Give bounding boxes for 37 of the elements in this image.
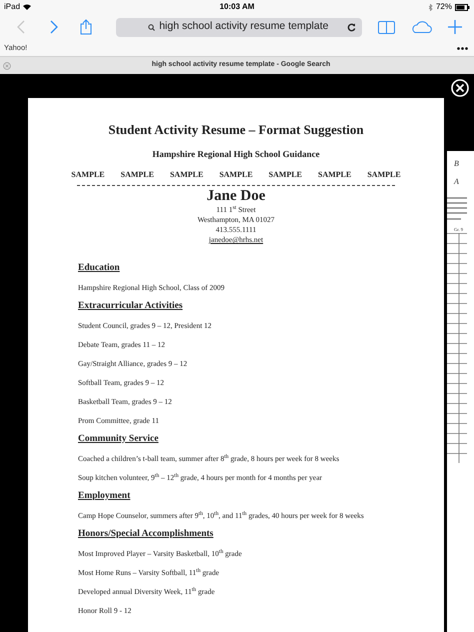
sample-label: SAMPLE — [71, 169, 105, 181]
document-subtitle: Hampshire Regional High School Guidance — [152, 148, 320, 161]
section-heading: Education — [78, 262, 120, 275]
battery-percent: 72% — [436, 1, 452, 13]
address-field[interactable]: high school activity resume template — [116, 18, 362, 36]
battery-icon — [454, 4, 470, 10]
share-icon — [80, 19, 92, 35]
section-heading: Honors/Special Accomplishments — [78, 528, 214, 541]
search-icon — [148, 24, 156, 30]
section-heading: Employment — [78, 490, 130, 503]
book-icon — [378, 20, 395, 34]
document-title: Student Activity Resume – Format Suggestion — [108, 121, 364, 139]
more-icon[interactable] — [457, 46, 468, 50]
bluetooth-icon — [428, 4, 433, 10]
sample-label: SAMPLE — [170, 169, 204, 181]
sample-label: SAMPLE — [120, 169, 154, 181]
text-lines-drawing — [447, 197, 467, 221]
section-heading: Extracurricular Activities — [78, 300, 183, 313]
sample-label: SAMPLE — [268, 169, 302, 181]
close-tab-icon[interactable] — [3, 62, 11, 70]
sample-label: SAMPLE — [219, 169, 253, 181]
chevron-right-icon — [50, 20, 59, 34]
chevron-left-icon — [16, 20, 26, 34]
reload-icon[interactable] — [346, 22, 356, 32]
address-text: high school activity resume template — [159, 19, 328, 34]
sample-label: SAMPLE — [318, 169, 352, 181]
device-name: iPad — [4, 1, 20, 13]
heading-fragment: B — [454, 159, 459, 169]
cloud-icon — [410, 21, 433, 33]
section-heading: Community Service — [78, 433, 158, 446]
person-name: Jane Doe — [206, 188, 266, 205]
sample-label: SAMPLE — [367, 169, 401, 181]
close-icon[interactable] — [451, 79, 469, 97]
clock: 10:03 AM — [220, 1, 254, 13]
plus-icon — [448, 20, 462, 34]
wifi-icon — [23, 4, 32, 10]
heading-fragment: A — [454, 177, 459, 187]
